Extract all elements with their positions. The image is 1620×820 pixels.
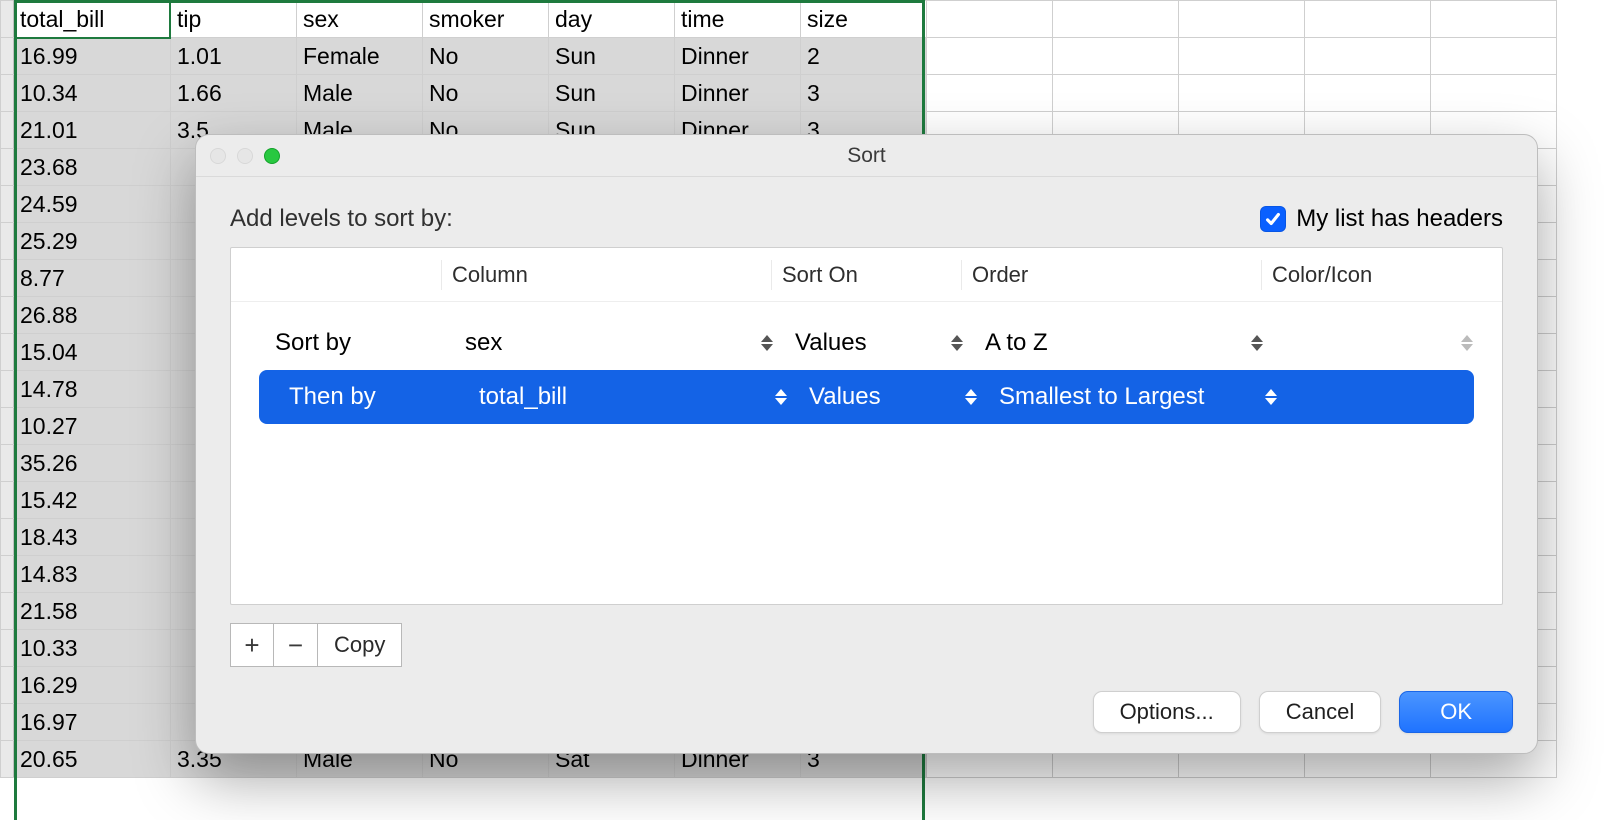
column-header[interactable]: total_bill: [14, 1, 171, 38]
column-header[interactable]: tip: [171, 1, 297, 38]
plus-icon: +: [244, 630, 259, 661]
cell[interactable]: 25.29: [14, 223, 171, 260]
column-select[interactable]: total_bill: [469, 383, 799, 411]
sort-levels-table: Column Sort On Order Color/Icon Sort bys…: [230, 247, 1503, 605]
cell[interactable]: 8.77: [14, 260, 171, 297]
cell[interactable]: Sun: [549, 75, 675, 112]
cell[interactable]: 26.88: [14, 297, 171, 334]
has-headers-label: My list has headers: [1296, 205, 1503, 233]
cell[interactable]: 1.01: [171, 38, 297, 75]
column-select[interactable]: sex: [455, 329, 785, 357]
cell[interactable]: 23.68: [14, 149, 171, 186]
column-header[interactable]: size: [801, 1, 927, 38]
cell[interactable]: 21.58: [14, 593, 171, 630]
ok-button[interactable]: OK: [1399, 691, 1513, 733]
window-maximize-icon[interactable]: [264, 148, 280, 164]
cell[interactable]: Male: [297, 75, 423, 112]
chevron-updown-icon: [1475, 386, 1493, 408]
cell[interactable]: 10.33: [14, 630, 171, 667]
cell[interactable]: 10.34: [14, 75, 171, 112]
sort-level-row[interactable]: Sort bysexValuesA to Z: [245, 316, 1488, 370]
add-levels-label: Add levels to sort by:: [230, 205, 453, 233]
remove-level-button[interactable]: −: [274, 623, 318, 667]
cell[interactable]: 16.97: [14, 704, 171, 741]
cancel-button[interactable]: Cancel: [1259, 691, 1381, 733]
cell[interactable]: 14.83: [14, 556, 171, 593]
cell[interactable]: 3: [801, 75, 927, 112]
cell[interactable]: No: [423, 75, 549, 112]
dialog-titlebar: Sort: [196, 135, 1537, 177]
cell[interactable]: 20.65: [14, 741, 171, 778]
cell[interactable]: Sun: [549, 38, 675, 75]
cell[interactable]: Dinner: [675, 38, 801, 75]
chevron-updown-icon: [1251, 332, 1269, 354]
options-button[interactable]: Options...: [1093, 691, 1241, 733]
chevron-updown-icon: [1265, 386, 1283, 408]
cell[interactable]: 16.29: [14, 667, 171, 704]
minus-icon: −: [288, 630, 303, 661]
cell[interactable]: 15.42: [14, 482, 171, 519]
window-minimize-icon[interactable]: [237, 148, 253, 164]
cell[interactable]: Female: [297, 38, 423, 75]
chevron-updown-icon: [951, 332, 969, 354]
sort-dialog: Sort Add levels to sort by: My list has …: [195, 134, 1538, 754]
chevron-updown-icon: [1461, 332, 1479, 354]
cell[interactable]: 1.66: [171, 75, 297, 112]
cell[interactable]: 24.59: [14, 186, 171, 223]
dialog-title: Sort: [196, 144, 1537, 168]
order-select[interactable]: Smallest to Largest: [989, 383, 1289, 411]
cell[interactable]: 15.04: [14, 334, 171, 371]
has-headers-checkbox[interactable]: My list has headers: [1260, 205, 1503, 233]
column-header[interactable]: day: [549, 1, 675, 38]
column-header[interactable]: smoker: [423, 1, 549, 38]
cell[interactable]: 21.01: [14, 112, 171, 149]
chevron-updown-icon: [761, 332, 779, 354]
col-header-column: Column: [441, 260, 771, 290]
chevron-updown-icon: [965, 386, 983, 408]
cell[interactable]: 14.78: [14, 371, 171, 408]
cell[interactable]: 2: [801, 38, 927, 75]
cell[interactable]: 18.43: [14, 519, 171, 556]
chevron-updown-icon: [775, 386, 793, 408]
col-header-color: Color/Icon: [1261, 260, 1471, 290]
cell[interactable]: 10.27: [14, 408, 171, 445]
sorton-select[interactable]: Values: [785, 329, 975, 357]
cell[interactable]: 16.99: [14, 38, 171, 75]
checkmark-icon: [1260, 206, 1286, 232]
sort-level-row[interactable]: Then bytotal_billValuesSmallest to Large…: [259, 370, 1474, 424]
sort-level-label: Then by: [259, 383, 469, 411]
col-header-sorton: Sort On: [771, 260, 961, 290]
add-level-button[interactable]: +: [230, 623, 274, 667]
cell[interactable]: Dinner: [675, 75, 801, 112]
order-select[interactable]: A to Z: [975, 329, 1275, 357]
sorton-select[interactable]: Values: [799, 383, 989, 411]
column-header[interactable]: time: [675, 1, 801, 38]
sort-level-label: Sort by: [245, 329, 455, 357]
copy-level-button[interactable]: Copy: [318, 623, 402, 667]
col-header-order: Order: [961, 260, 1261, 290]
window-close-icon[interactable]: [210, 148, 226, 164]
cell[interactable]: 35.26: [14, 445, 171, 482]
cell[interactable]: No: [423, 38, 549, 75]
column-header[interactable]: sex: [297, 1, 423, 38]
